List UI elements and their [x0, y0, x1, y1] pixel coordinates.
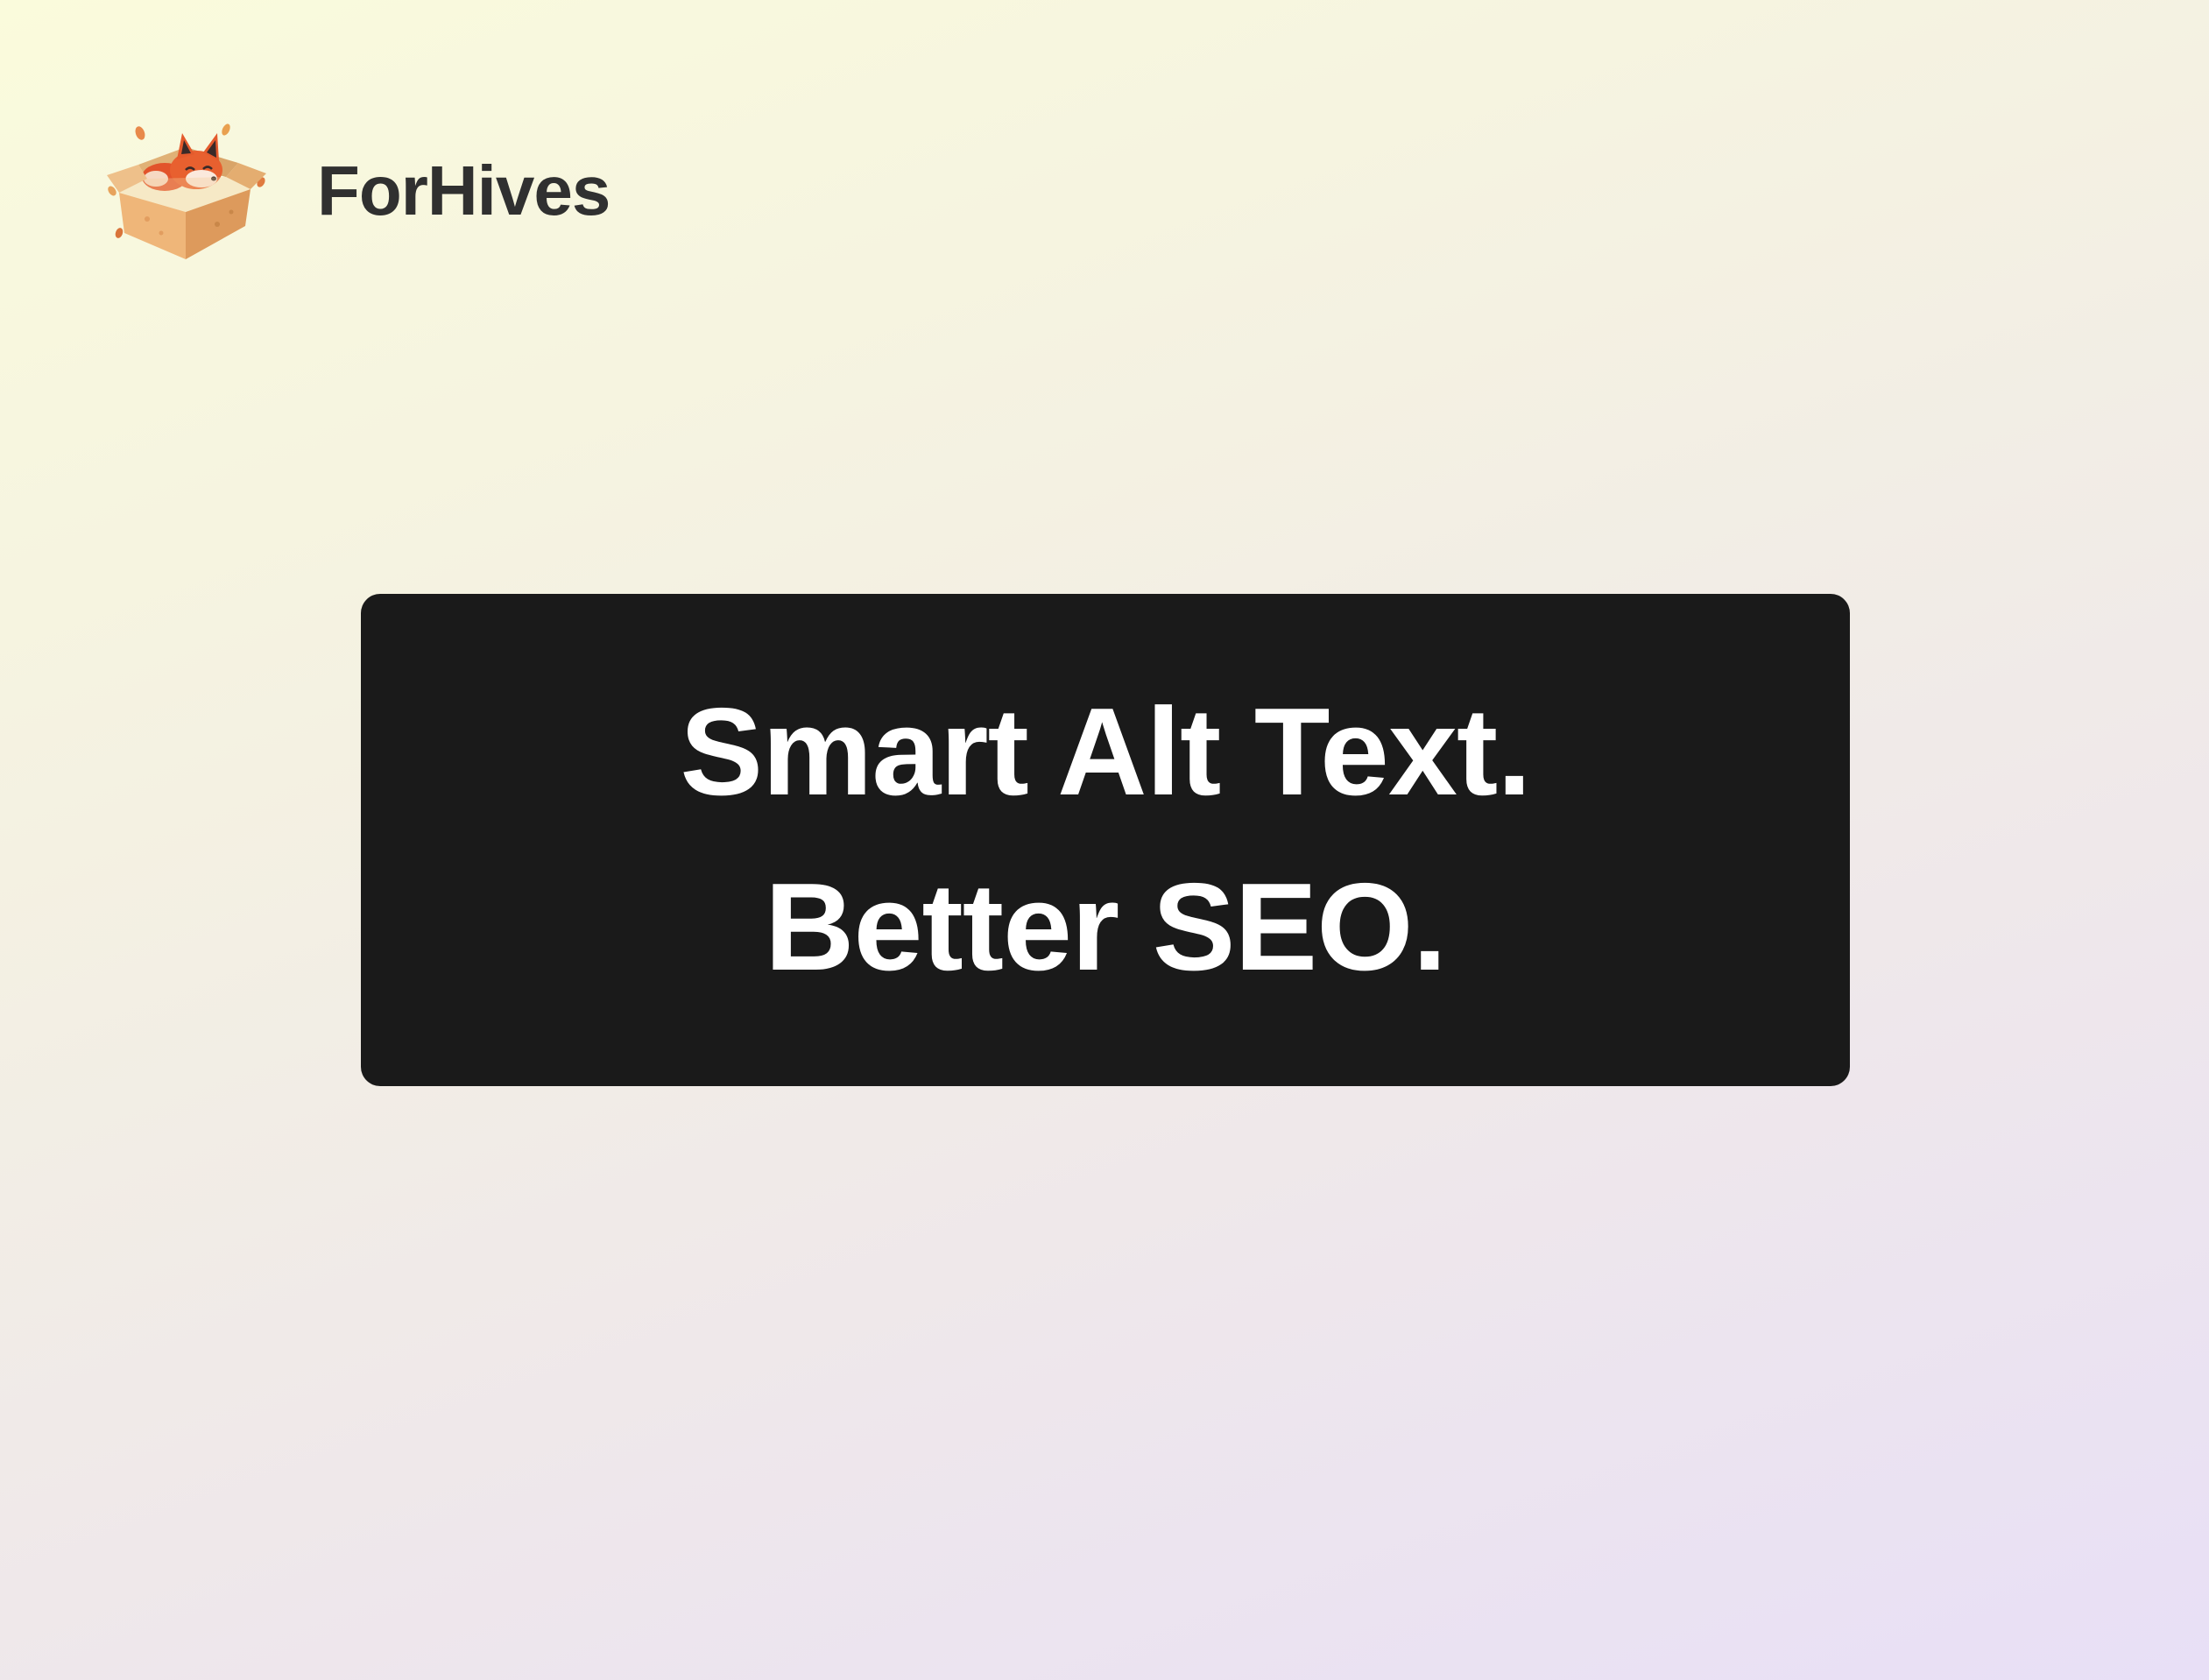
brand-name: ForHives	[317, 152, 610, 229]
hero-card: Smart Alt Text. Better SEO.	[361, 594, 1850, 1086]
hero-headline-line2: Better SEO.	[764, 858, 1447, 997]
hero-headline-line1: Smart Alt Text.	[680, 682, 1531, 822]
fox-in-box-icon	[107, 124, 266, 259]
brand-header: ForHives	[95, 121, 610, 261]
